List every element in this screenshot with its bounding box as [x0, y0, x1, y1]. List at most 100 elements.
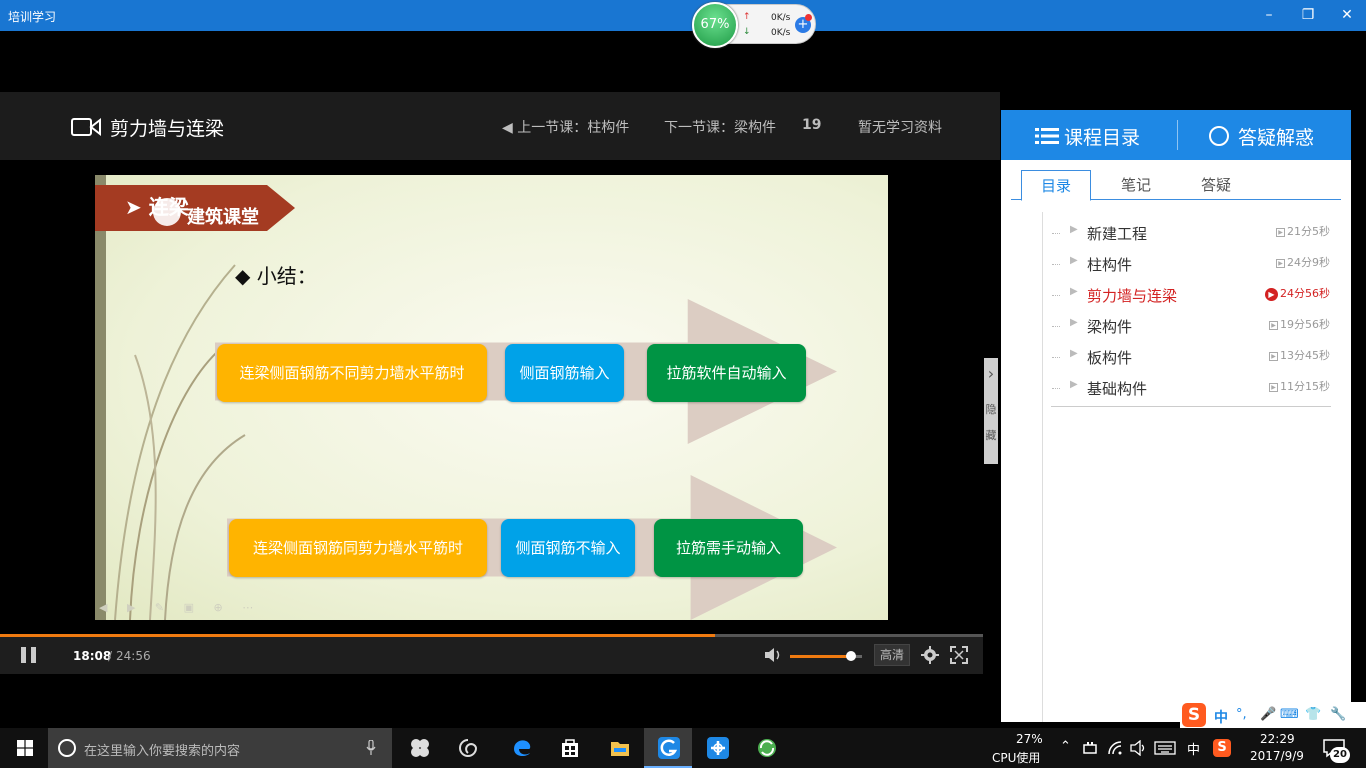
expand-triangle-icon[interactable]: ▶: [1070, 224, 1078, 235]
play-icon: ▶: [1269, 351, 1278, 361]
lesson-duration: ▶ 21分5秒: [1276, 223, 1330, 239]
tree-branch-line: [1052, 388, 1060, 389]
minimize-button[interactable]: –: [1256, 4, 1282, 26]
lesson-name[interactable]: 梁构件: [1087, 316, 1132, 337]
settings-gear-icon[interactable]: [921, 646, 939, 664]
taskbar-app-training[interactable]: [644, 728, 692, 768]
spiral-app-icon: [459, 739, 478, 757]
taskbar-search[interactable]: 在这里输入你要搜索的内容: [48, 728, 392, 768]
store-bag-icon: [562, 739, 578, 757]
restore-button[interactable]: ❐: [1295, 4, 1321, 26]
play-icon: ▶: [1276, 227, 1285, 237]
panel-subtabs: 目录 笔记 答疑: [1011, 170, 1341, 201]
watermark-text: 建筑课堂: [187, 207, 259, 228]
chevron-right-icon: ›: [987, 364, 995, 383]
power-plug-icon[interactable]: [1082, 741, 1098, 755]
ime-tools-icon[interactable]: 🔧: [1330, 707, 1346, 722]
row2-side-rebar-box: 侧面钢筋不输入: [501, 519, 635, 577]
lesson-name[interactable]: 柱构件: [1087, 254, 1132, 275]
taskbar-app-spiral[interactable]: [443, 728, 491, 768]
lesson-item[interactable]: ▶ 基础构件 ▶ 11分15秒: [1056, 373, 1332, 403]
volume-slider-knob[interactable]: [846, 651, 856, 661]
tab-qa[interactable]: 答疑解惑: [1178, 110, 1351, 160]
ime-voice-icon[interactable]: 🎤: [1260, 707, 1276, 722]
memory-usage-gauge[interactable]: 67%: [692, 2, 738, 48]
tray-chevron-icon[interactable]: ⌃: [1060, 739, 1071, 754]
alert-dot-icon: [805, 14, 812, 21]
lesson-duration: ▶ 24分56秒: [1265, 285, 1330, 301]
lesson-duration: ▶ 24分9秒: [1276, 254, 1330, 270]
download-speed: 0K/s: [771, 28, 791, 38]
tree-guide-line: [1042, 212, 1043, 722]
course-title: 剪力墙与连梁: [110, 118, 225, 140]
tree-branch-line: [1052, 357, 1060, 358]
pause-button[interactable]: [20, 647, 38, 663]
ime-language[interactable]: 中: [1214, 707, 1228, 727]
tree-branch-line: [1052, 295, 1060, 296]
clock-time[interactable]: 22:29: [1260, 732, 1295, 746]
lesson-name[interactable]: 板构件: [1087, 347, 1132, 368]
close-button[interactable]: ✕: [1334, 4, 1360, 26]
tray-ime-language[interactable]: 中: [1187, 739, 1200, 758]
speaker-icon[interactable]: [1130, 740, 1148, 756]
taskbar-app-refresh[interactable]: [742, 728, 790, 768]
subtab-catalog[interactable]: 目录: [1021, 170, 1091, 201]
keyboard-icon[interactable]: [1154, 741, 1176, 755]
windows-start-icon[interactable]: [17, 740, 33, 756]
tab-course-catalog[interactable]: 课程目录: [1001, 110, 1177, 160]
taskbar-app-store[interactable]: [545, 728, 593, 768]
materials-link[interactable]: 暂无学习资料: [858, 117, 942, 137]
lesson-item[interactable]: ▶ 剪力墙与连梁 ▶ 24分56秒: [1056, 280, 1332, 310]
ime-skin-icon[interactable]: 👕: [1305, 707, 1321, 722]
expand-triangle-icon[interactable]: ▶: [1070, 255, 1078, 266]
quality-button[interactable]: 高清: [874, 644, 910, 666]
lesson-duration-text: 24分56秒: [1280, 287, 1330, 300]
row1-tie-bar-box: 拉筋软件自动输入: [647, 344, 806, 402]
lesson-name[interactable]: 新建工程: [1087, 223, 1147, 244]
taskbar-app-explorer[interactable]: [595, 728, 643, 768]
lesson-duration-text: 24分9秒: [1287, 256, 1330, 269]
list-icon: [1035, 128, 1059, 144]
tray-sogou-icon[interactable]: S: [1213, 739, 1231, 757]
sogou-ime-logo[interactable]: S: [1182, 703, 1206, 727]
volume-slider[interactable]: [790, 651, 862, 661]
expand-triangle-icon[interactable]: ▶: [1070, 348, 1078, 359]
lesson-item[interactable]: ▶ 新建工程 ▶ 21分5秒: [1056, 218, 1332, 248]
lesson-item[interactable]: ▶ 梁构件 ▶ 19分56秒: [1056, 311, 1332, 341]
lesson-item[interactable]: ▶ 板构件 ▶ 13分45秒: [1056, 342, 1332, 372]
tab-qa-label: 答疑解惑: [1238, 127, 1315, 149]
subtab-notes[interactable]: 笔记: [1106, 170, 1166, 200]
tab-catalog-label: 课程目录: [1064, 127, 1141, 149]
service-app-icon: [707, 737, 729, 759]
row2-condition-box: 连梁侧面钢筋同剪力墙水平筋时: [229, 519, 487, 577]
prev-lesson-link[interactable]: ◀ 上一节课：柱构件: [502, 117, 629, 137]
taskbar-app-edge[interactable]: [497, 728, 545, 768]
fullscreen-icon[interactable]: [950, 646, 968, 664]
ime-toolbar[interactable]: S 中 °, 🎤 ⌨ 👕 🔧: [1180, 702, 1366, 730]
expand-triangle-icon[interactable]: ▶: [1070, 379, 1078, 390]
video-frame[interactable]: ➤ 连梁 建筑课堂 ◆ 小结： 连梁侧面钢筋不同剪力墙水平筋时 侧面钢筋输入 拉…: [95, 175, 888, 620]
lesson-name[interactable]: 基础构件: [1087, 378, 1147, 399]
taskbar: 在这里输入你要搜索的内容 27% CPU使用 ⌃ 中 S 22:29 2017/…: [0, 728, 1366, 768]
subtab-questions[interactable]: 答疑: [1186, 170, 1246, 200]
next-lesson-link[interactable]: 下一节课：梁构件: [664, 117, 776, 137]
clock-date[interactable]: 2017/9/9: [1250, 749, 1304, 763]
volume-slider-fill: [790, 655, 851, 658]
lesson-item[interactable]: ▶ 柱构件 ▶ 24分9秒: [1056, 249, 1332, 279]
network-widget[interactable]: 67% ↑ 0K/s ↓ 0K/s +: [692, 2, 816, 48]
lesson-name[interactable]: 剪力墙与连梁: [1087, 285, 1177, 306]
ime-keyboard-icon[interactable]: ⌨: [1280, 707, 1299, 722]
row1-side-rebar-box: 侧面钢筋输入: [505, 344, 624, 402]
expand-triangle-icon[interactable]: ▶: [1070, 317, 1078, 328]
video-camera-icon: [71, 117, 101, 137]
volume-icon[interactable]: [763, 646, 783, 664]
expand-triangle-icon[interactable]: ▶: [1070, 286, 1078, 297]
total-time: 24:56: [116, 649, 151, 663]
taskbar-app-photo[interactable]: [395, 728, 443, 768]
ime-punctuation[interactable]: °,: [1236, 707, 1247, 722]
hide-panel-toggle[interactable]: › 隐藏: [984, 358, 998, 464]
taskbar-app-service[interactable]: [693, 728, 741, 768]
microphone-icon[interactable]: [366, 740, 376, 756]
download-arrow-icon: ↓: [743, 27, 751, 37]
wifi-icon[interactable]: [1107, 740, 1123, 756]
